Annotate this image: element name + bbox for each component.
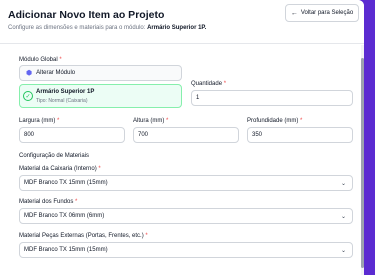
back-material-label-text: Material dos Fundos bbox=[19, 199, 74, 205]
external-material-value: MDF Branco TX 15mm (15mm) bbox=[24, 247, 108, 253]
required-marker: * bbox=[57, 118, 60, 124]
width-input[interactable]: 800 bbox=[19, 127, 125, 143]
depth-input[interactable]: 350 bbox=[247, 127, 353, 143]
arrow-left-icon: ← bbox=[290, 9, 298, 17]
selected-module-name: Armário Superior 1P bbox=[36, 89, 95, 95]
quantity-label-text: Quantidade bbox=[191, 81, 223, 87]
carcass-material-select[interactable]: MDF Branco TX 15mm (15mm) ⌄ bbox=[19, 175, 353, 191]
height-label-text: Altura (mm) bbox=[133, 118, 165, 124]
width-label-text: Largura (mm) bbox=[19, 118, 56, 124]
required-marker: * bbox=[300, 118, 303, 124]
carcass-material-label: Material da Caixaria (Interno) * bbox=[19, 166, 101, 172]
required-marker: * bbox=[166, 118, 169, 124]
chevron-down-icon: ⌄ bbox=[340, 181, 346, 187]
back-material-select[interactable]: MDF Branco TX 06mm (6mm) ⌄ bbox=[19, 208, 353, 224]
back-to-selection-button[interactable]: ← Voltar para Seleção bbox=[285, 4, 359, 22]
required-marker: * bbox=[75, 199, 78, 205]
height-label: Altura (mm) * bbox=[133, 118, 168, 124]
module-global-label-text: Módulo Global bbox=[19, 57, 58, 63]
alter-module-label: Alterar Módulo bbox=[36, 70, 76, 76]
scrollbar-thumb[interactable] bbox=[361, 58, 364, 268]
depth-label-text: Profundidade (mm) bbox=[247, 118, 299, 124]
chevron-down-icon: ⌄ bbox=[340, 248, 346, 254]
carcass-material-value: MDF Branco TX 15mm (15mm) bbox=[24, 180, 108, 186]
back-material-value: MDF Branco TX 06mm (6mm) bbox=[24, 213, 105, 219]
depth-label: Profundidade (mm) * bbox=[247, 118, 302, 124]
external-material-label-text: Material Peças Externas (Portas, Frentes… bbox=[19, 233, 144, 239]
page-subtitle: Configure as dimensões e materiais para … bbox=[8, 25, 206, 31]
width-label: Largura (mm) * bbox=[19, 118, 59, 124]
alter-module-button[interactable]: ⬢ Alterar Módulo bbox=[19, 65, 182, 81]
cube-icon: ⬢ bbox=[26, 70, 33, 77]
external-material-label: Material Peças Externas (Portas, Frentes… bbox=[19, 233, 148, 239]
required-marker: * bbox=[223, 81, 227, 87]
add-item-modal: Adicionar Novo Item ao Projeto Configure… bbox=[0, 0, 364, 275]
height-input[interactable]: 700 bbox=[133, 127, 239, 143]
carcass-material-label-text: Material da Caixaria (Interno) bbox=[19, 166, 97, 172]
quantity-input[interactable]: 1 bbox=[191, 90, 353, 106]
check-circle-icon: ✓ bbox=[23, 91, 33, 101]
quantity-label: Quantidade * bbox=[191, 81, 226, 87]
page-title: Adicionar Novo Item ao Projeto bbox=[8, 9, 165, 21]
back-button-label: Voltar para Seleção bbox=[300, 10, 354, 16]
required-marker: * bbox=[98, 166, 101, 172]
subtitle-module: Armário Superior 1P. bbox=[147, 25, 207, 31]
selected-module-card: ✓ Armário Superior 1P Tipo: Normal (Caix… bbox=[19, 84, 182, 108]
required-marker: * bbox=[145, 233, 148, 239]
subtitle-text: Configure as dimensões e materiais para … bbox=[8, 25, 148, 31]
modal-header: Adicionar Novo Item ao Projeto Configure… bbox=[0, 0, 364, 44]
materials-section-title: Configuração de Materiais bbox=[19, 153, 90, 159]
external-material-select[interactable]: MDF Branco TX 15mm (15mm) ⌄ bbox=[19, 242, 353, 258]
selected-module-type: Tipo: Normal (Caixaria) bbox=[36, 98, 88, 104]
module-global-label: Módulo Global * bbox=[19, 57, 62, 63]
chevron-down-icon: ⌄ bbox=[340, 214, 346, 220]
back-material-label: Material dos Fundos * bbox=[19, 199, 77, 205]
required-marker: * bbox=[59, 57, 62, 63]
